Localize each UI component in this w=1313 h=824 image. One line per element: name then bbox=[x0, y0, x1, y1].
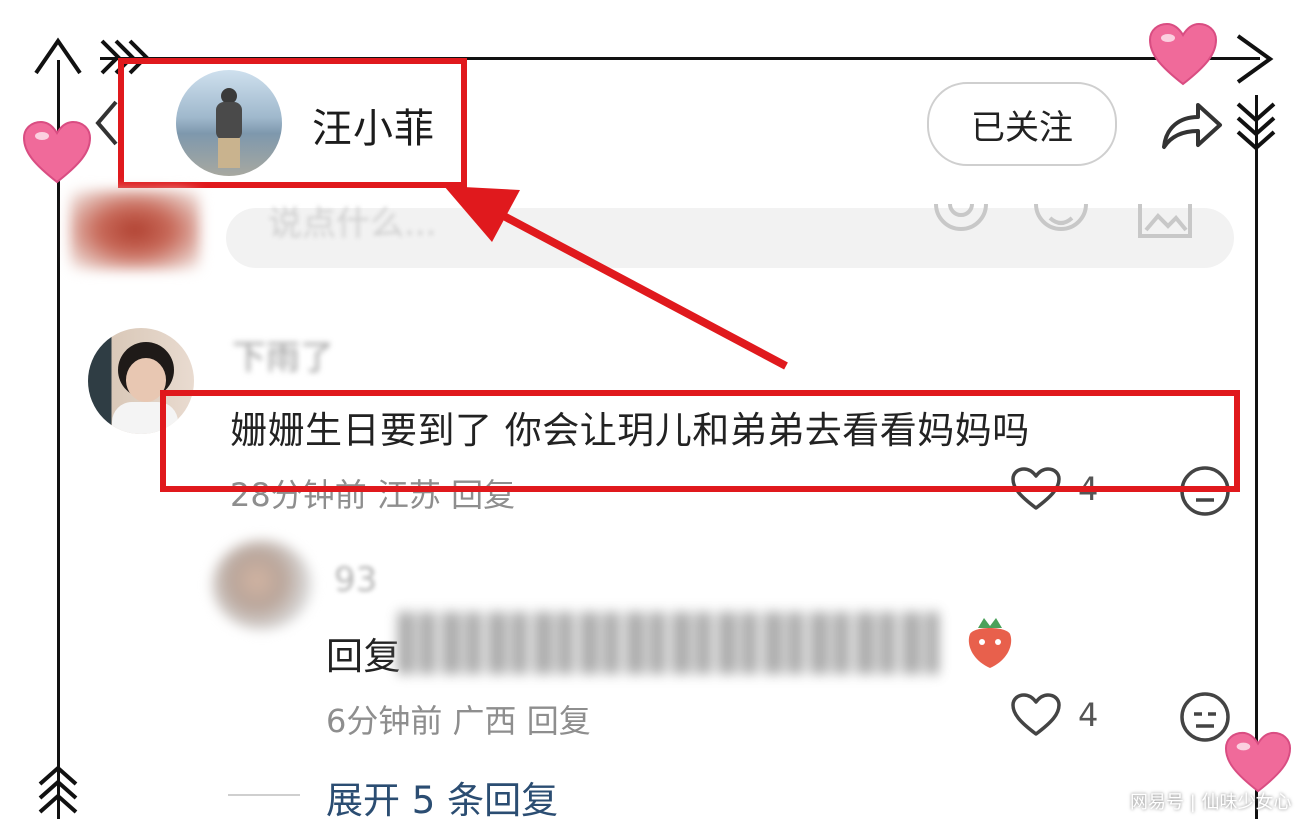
arrow-up-icon bbox=[34, 37, 82, 75]
strawberry-emoji-icon bbox=[968, 618, 1012, 668]
reply-username[interactable]: 93 bbox=[334, 560, 377, 600]
watermark: 网易号 | 仙味少女心 bbox=[1130, 792, 1292, 813]
heart-sticker-icon bbox=[1148, 22, 1218, 86]
reply-meta: 6分钟前 广西 回复 bbox=[326, 702, 591, 740]
reply-text: 回复 bbox=[326, 635, 401, 678]
expand-replies-link[interactable]: 展开 5 条回复 bbox=[326, 770, 558, 824]
heart-outline-icon[interactable] bbox=[1010, 692, 1062, 738]
reply-avatar[interactable] bbox=[212, 540, 312, 630]
chevron-stack-icon bbox=[38, 765, 78, 814]
image-icon[interactable] bbox=[1136, 200, 1194, 242]
annotation-box-comment bbox=[160, 390, 1240, 492]
heart-sticker-icon bbox=[22, 120, 92, 184]
comment-input-placeholder: 说点什么... bbox=[268, 196, 436, 245]
chevron-stack-icon bbox=[1236, 102, 1276, 151]
comment-username[interactable]: 下雨了 bbox=[232, 330, 334, 379]
heart-sticker-icon bbox=[1224, 731, 1292, 793]
dislike-face-icon[interactable] bbox=[1178, 690, 1232, 744]
emoji-icon[interactable] bbox=[1032, 200, 1090, 242]
annotation-arrow-icon bbox=[444, 186, 788, 370]
annotation-box-header bbox=[118, 58, 467, 188]
expand-divider bbox=[228, 794, 300, 796]
reply-like-count: 4 bbox=[1078, 696, 1099, 734]
at-icon[interactable] bbox=[932, 200, 990, 242]
reply-text-redacted bbox=[398, 612, 938, 674]
placeholder-text: 说点什么... bbox=[268, 204, 437, 244]
follow-button[interactable]: 已关注 bbox=[927, 82, 1117, 166]
frame-right-line bbox=[1255, 95, 1258, 819]
arrow-right-icon bbox=[1236, 34, 1274, 84]
share-icon[interactable] bbox=[1158, 93, 1224, 153]
input-avatar-blur bbox=[70, 190, 200, 270]
